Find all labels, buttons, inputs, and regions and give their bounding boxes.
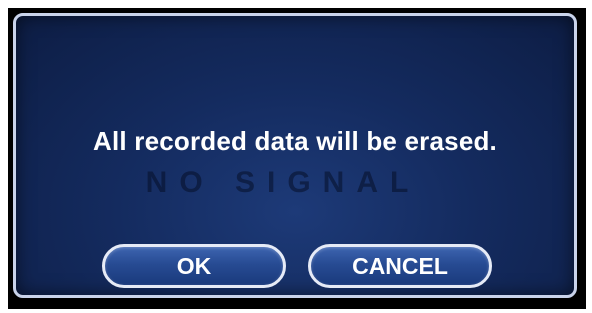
erase-confirmation-dialog: NO SIGNAL All recorded data will be eras… bbox=[13, 13, 577, 298]
ok-button[interactable]: OK bbox=[102, 244, 286, 288]
cancel-button[interactable]: CANCEL bbox=[308, 244, 492, 288]
no-signal-overlay-text: NO SIGNAL bbox=[145, 166, 421, 199]
dialog-message: All recorded data will be erased. bbox=[93, 126, 497, 156]
